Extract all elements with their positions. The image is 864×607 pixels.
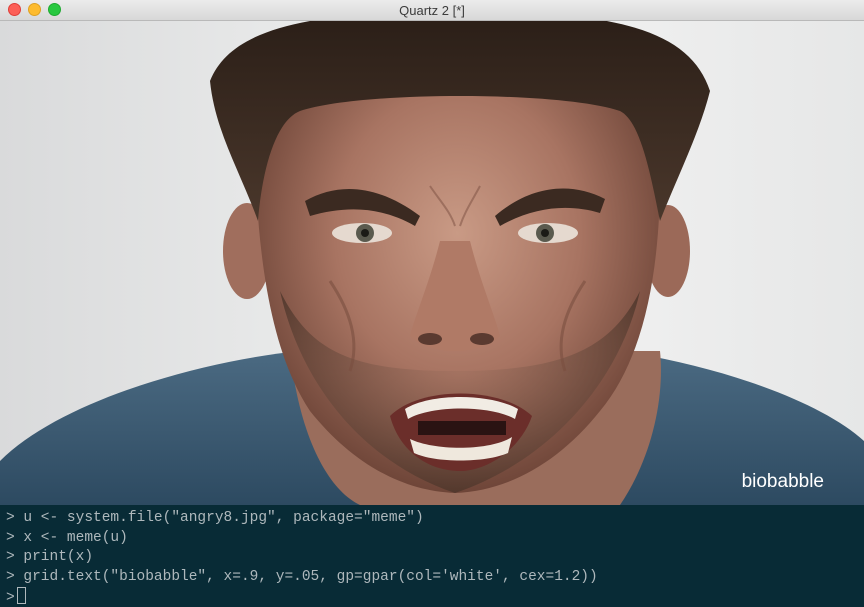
console-prompt: > xyxy=(6,510,15,526)
console-prompt: > xyxy=(6,529,15,546)
meme-caption: biobabble xyxy=(741,471,824,492)
plot-area: biobabble xyxy=(0,21,864,505)
console-input-line[interactable]: > xyxy=(6,587,858,607)
console-command: print(x) xyxy=(23,549,94,565)
console-prompt: > xyxy=(6,590,15,606)
console-prompt: > xyxy=(6,568,15,585)
console-prompt: > xyxy=(6,549,15,565)
quartz-window: Quartz 2 [*] biobabble xyxy=(0,0,864,505)
console-command: grid.text("biobabble", x=.9, y=.05, gp=g… xyxy=(23,568,598,585)
console-line: > u <- system.file("angry8.jpg", package… xyxy=(6,509,858,529)
console-line: > print(x) xyxy=(6,548,858,568)
window-title: Quartz 2 [*] xyxy=(399,3,465,18)
r-console[interactable]: > u <- system.file("angry8.jpg", package… xyxy=(0,505,864,607)
console-line: > x <- meme(u) xyxy=(6,529,858,549)
console-line: > grid.text("biobabble", x=.9, y=.05, gp… xyxy=(6,568,858,588)
text-cursor[interactable] xyxy=(16,587,26,604)
console-command: u <- system.file("angry8.jpg", package="… xyxy=(23,510,424,526)
console-command: x <- meme(u) xyxy=(23,529,128,546)
meme-photo xyxy=(0,21,864,505)
title-bar[interactable]: Quartz 2 [*] xyxy=(0,0,864,21)
